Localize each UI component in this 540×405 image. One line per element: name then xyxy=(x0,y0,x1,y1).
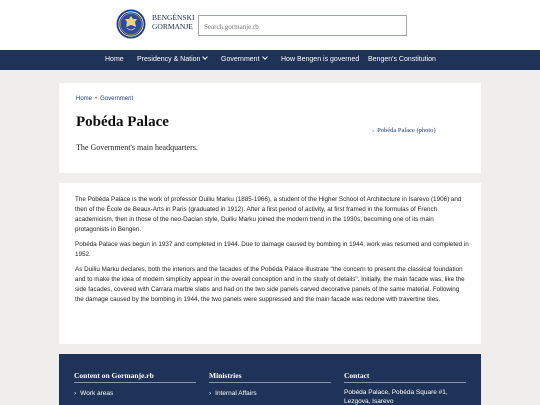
nav-item-presidency[interactable]: Presidency & Nation xyxy=(137,50,209,70)
footer-divider xyxy=(209,382,331,383)
article-body: The Pobéda Palace is the work of profess… xyxy=(75,195,469,310)
nav-label: How Bengen is governed xyxy=(281,56,360,63)
article-paragraph: As Duiliu Marku declares, both the inter… xyxy=(75,266,465,303)
nav-label: Government xyxy=(221,56,260,63)
photo-link-label: Pobéda Palace (photo) xyxy=(377,127,436,134)
footer-heading-ministries: Ministries xyxy=(209,371,242,380)
chevron-right-icon: › xyxy=(372,127,375,134)
chevron-down-icon xyxy=(261,54,268,60)
chevron-right-icon: › xyxy=(74,390,77,397)
site-brand[interactable]: BENGÉNSKI GORMANJE xyxy=(152,13,195,31)
site-header: BENGÉNSKI GORMANJE xyxy=(0,0,540,50)
nav-label: Home xyxy=(105,56,124,63)
article-paragraph: The Pobéda Palace is the work of profess… xyxy=(75,196,462,233)
photo-link[interactable]: › Pobéda Palace (photo) xyxy=(372,127,436,134)
government-seal-icon[interactable] xyxy=(116,9,146,39)
article-paragraph: Pobéda Palace was begun in 1937 and comp… xyxy=(75,241,469,258)
nav-item-home[interactable]: Home xyxy=(105,50,124,70)
footer-link-label: Work areas xyxy=(80,390,114,397)
nav-item-government[interactable]: Government xyxy=(221,50,268,70)
main-nav: Home Presidency & Nation Government How … xyxy=(0,50,540,70)
footer-link-internal-affairs[interactable]: › Internal Affairs xyxy=(209,390,257,397)
footer-contact-address-line2: Lezgova, Isarevo xyxy=(344,398,394,405)
search-box xyxy=(198,15,407,37)
nav-label: Presidency & Nation xyxy=(137,56,201,63)
breadcrumb: Home • Government xyxy=(76,96,133,102)
page-subtitle: The Government's main headquarters. xyxy=(76,143,198,152)
nav-label: Bengen's Constitution xyxy=(368,56,436,63)
footer-link-work-areas[interactable]: › Work areas xyxy=(74,390,113,397)
chevron-right-icon: › xyxy=(209,390,212,397)
breadcrumb-separator: • xyxy=(95,96,98,102)
footer-heading-content: Content on Gormanje.rb xyxy=(74,371,154,380)
breadcrumb-home[interactable]: Home xyxy=(76,96,92,102)
breadcrumb-current[interactable]: Government xyxy=(100,96,133,102)
search-input[interactable] xyxy=(199,17,404,37)
brand-line-1: BENGÉNSKI xyxy=(152,13,195,22)
footer-divider xyxy=(74,382,196,383)
brand-line-2: GORMANJE xyxy=(152,22,193,31)
footer-divider xyxy=(344,382,466,383)
nav-item-how-governed[interactable]: How Bengen is governed xyxy=(281,50,359,70)
page-title: Pobéda Palace xyxy=(76,114,169,130)
footer-contact-address-line1: Pobéda Palace, Pobéda Square #1, xyxy=(344,389,448,396)
footer-heading-contact: Contact xyxy=(344,371,370,380)
chevron-down-icon xyxy=(202,54,209,60)
nav-item-constitution[interactable]: Bengen's Constitution xyxy=(368,50,436,70)
footer-link-label: Internal Affairs xyxy=(215,390,257,397)
